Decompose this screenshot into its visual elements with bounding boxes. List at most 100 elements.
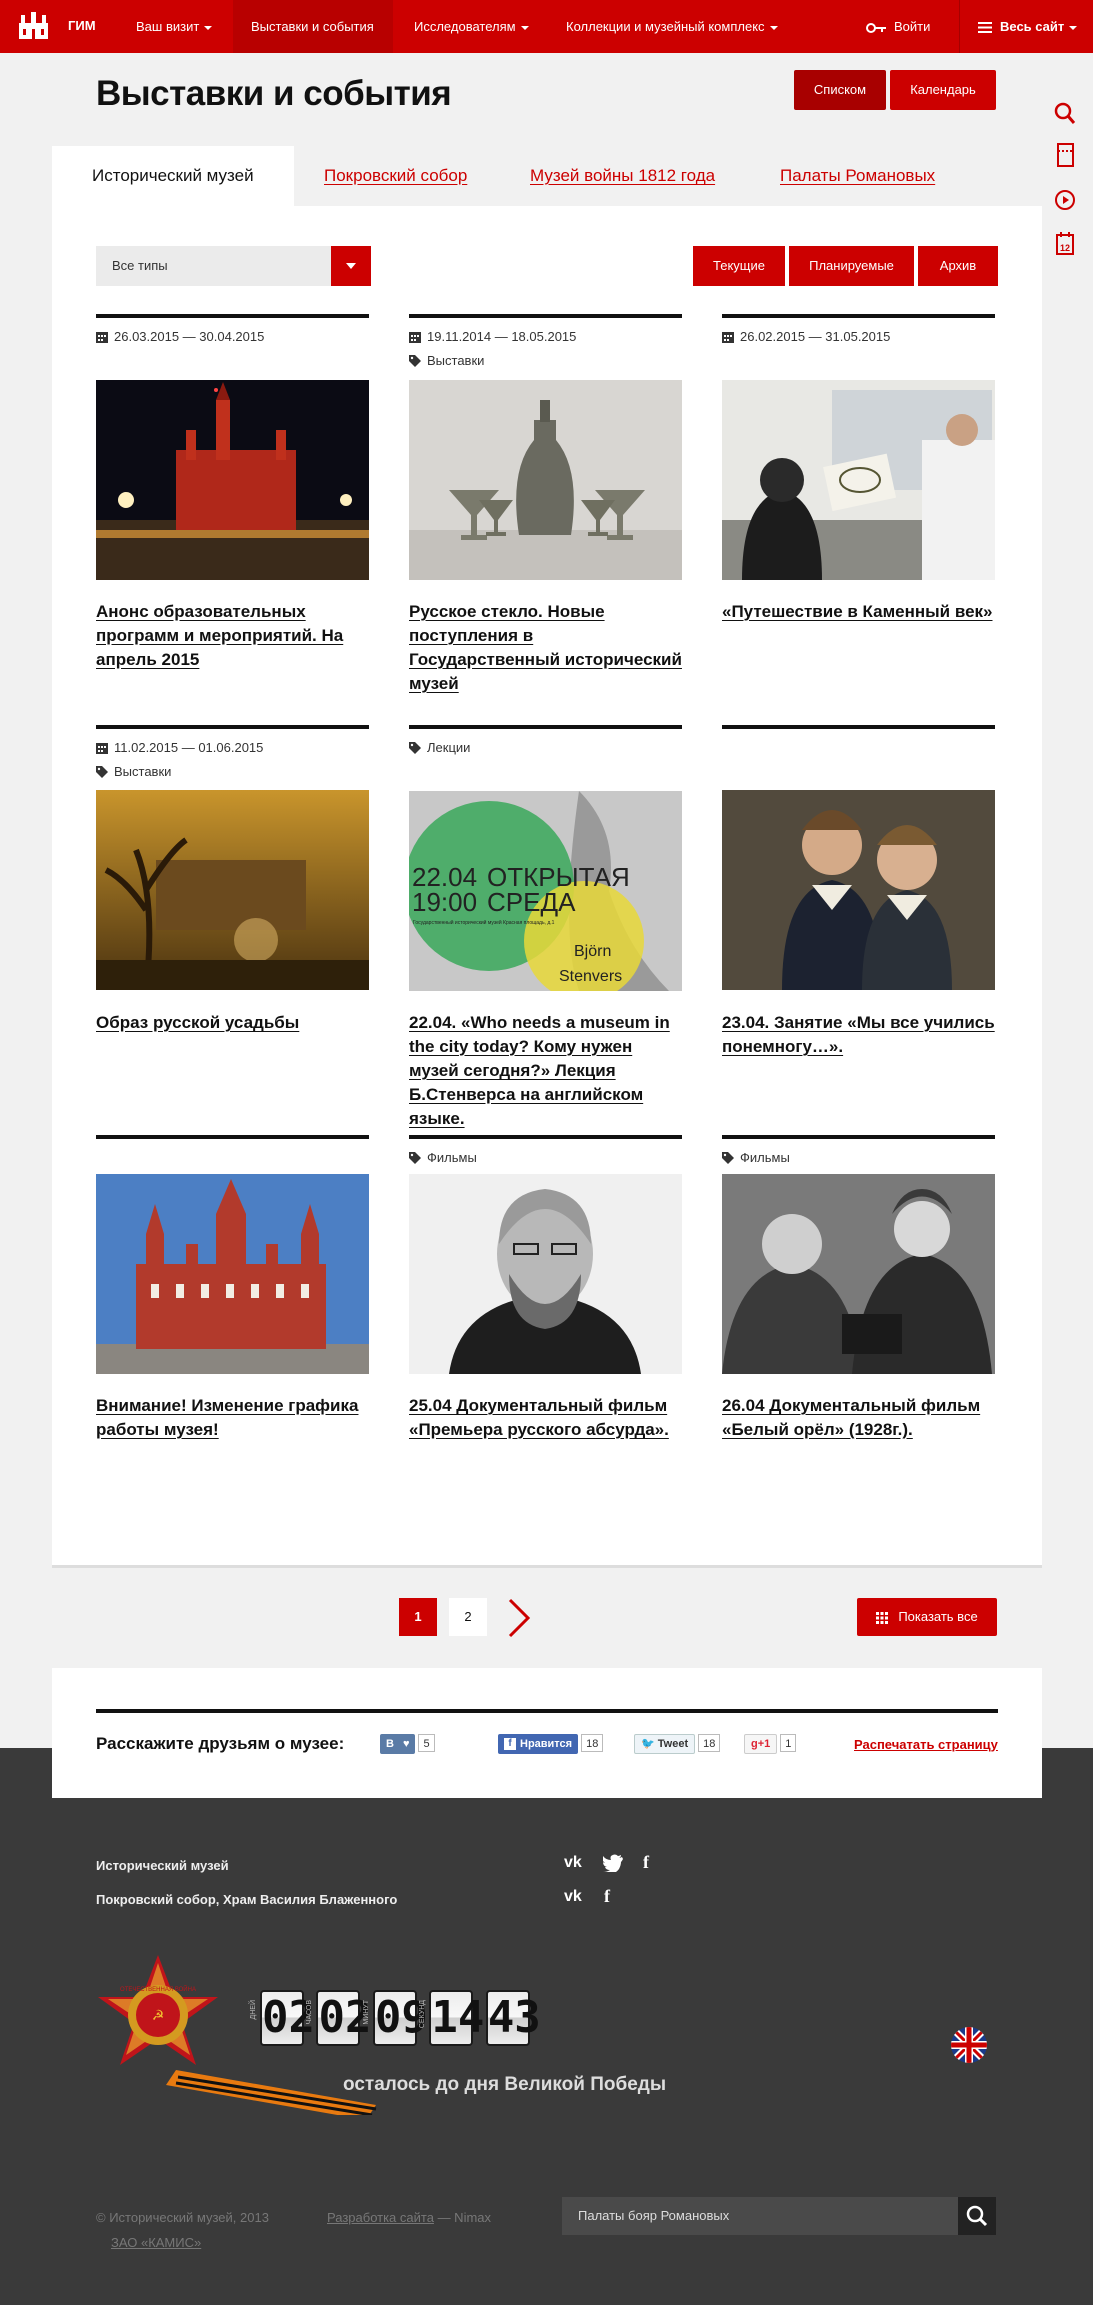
card-divider: [409, 1135, 682, 1139]
card-image[interactable]: [722, 1174, 995, 1374]
card-image[interactable]: [96, 790, 369, 990]
tab-pokrovsky-cathedral[interactable]: Покровский собор: [324, 146, 467, 206]
museum-logo-icon[interactable]: [17, 11, 50, 41]
card-divider: [96, 725, 369, 729]
card-title-link[interactable]: 22.04. «Who needs a museum in the city t…: [409, 1011, 682, 1131]
nav-item-visit[interactable]: Ваш визит: [118, 0, 230, 53]
tab-romanov-chambers[interactable]: Палаты Романовых: [780, 146, 935, 206]
calendar-icon[interactable]: 12: [1054, 232, 1076, 256]
fb-like-label: Нравится: [520, 1738, 573, 1750]
grid-icon: [876, 1611, 889, 1624]
brand-name[interactable]: ГИМ: [68, 18, 96, 33]
tweet-label: Tweet: [657, 1738, 689, 1750]
card-image[interactable]: [722, 380, 995, 580]
search-icon[interactable]: [1054, 102, 1076, 126]
tab-historical-museum[interactable]: Исторический музей: [52, 146, 294, 206]
tag-icon: [409, 742, 421, 754]
all-site-menu[interactable]: Весь сайт: [959, 0, 1093, 53]
facebook-icon[interactable]: f: [604, 1886, 610, 1907]
view-calendar-button[interactable]: Календарь: [890, 70, 996, 110]
search-icon: [966, 2205, 988, 2227]
dev-link[interactable]: Разработка сайта: [327, 2210, 434, 2225]
show-all-button[interactable]: Показать все: [857, 1598, 997, 1636]
share-panel: Расскажите друзьям о музее: В ♥ 5 f Нравитс…: [52, 1668, 1042, 1798]
print-page-link[interactable]: Распечатать страницу: [854, 1737, 998, 1752]
chevron-down-icon: [769, 25, 778, 30]
chevron-down-icon: [204, 25, 213, 30]
filter-archive-button[interactable]: Архив: [918, 246, 998, 286]
pagination-current-page[interactable]: 1: [399, 1598, 437, 1636]
card-tag-text[interactable]: Лекции: [427, 740, 470, 756]
vk-share-button[interactable]: В ♥ 5: [380, 1734, 435, 1754]
fb-like-button[interactable]: f Нравится 18: [498, 1734, 604, 1754]
footer-museum-line[interactable]: Исторический музей: [96, 1858, 229, 1873]
card-tag-text[interactable]: Выставки: [427, 353, 484, 369]
type-select[interactable]: Все типы: [96, 246, 371, 286]
dev-credit: Разработка сайта — Nimax: [327, 2210, 491, 2225]
card-tag-text[interactable]: Фильмы: [427, 1150, 477, 1166]
card-divider: [409, 725, 682, 729]
filter-planned-button[interactable]: Планируемые: [789, 246, 914, 286]
card-date: 11.02.2015 — 01.06.2015: [96, 740, 369, 756]
card-tag: Лекции: [409, 740, 682, 756]
play-icon[interactable]: [1054, 188, 1076, 212]
ticket-icon[interactable]: [1054, 143, 1076, 167]
countdown-unit-label: ЧАСОВ: [306, 2000, 314, 2025]
countdown-hours: ЧАСОВ 02: [306, 1990, 371, 2046]
card-divider: [96, 314, 369, 318]
card-title-link[interactable]: Внимание! Изменение графика работы музея…: [96, 1394, 369, 1442]
pagination-page[interactable]: 2: [449, 1598, 487, 1636]
countdown-digits: 14: [429, 1990, 484, 2046]
tweet-button[interactable]: 🐦 Tweet 18: [634, 1734, 721, 1754]
dropdown-arrow-icon[interactable]: [331, 246, 371, 286]
tab-1812-museum[interactable]: Музей войны 1812 года: [530, 146, 715, 206]
card-image[interactable]: 22.04 19:00 ОТКРЫТАЯ СРЕДА Государственн…: [409, 791, 682, 991]
twitter-icon[interactable]: [603, 1854, 623, 1872]
nav-item-researchers[interactable]: Исследователям: [396, 0, 547, 53]
svg-text:☭: ☭: [152, 2007, 165, 2023]
card-tag-text[interactable]: Выставки: [114, 764, 171, 780]
company-link[interactable]: ЗАО «КАМИС»: [111, 2235, 201, 2250]
poster-time: 19:00: [412, 887, 477, 917]
countdown-unit-label: МИНУТ: [362, 2000, 370, 2025]
card-title-link[interactable]: Анонс образовательных программ и меропри…: [96, 600, 369, 672]
events-panel: Все типы Текущие Планируемые Архив 26.03…: [52, 206, 1042, 1568]
footer-search-input[interactable]: Палаты бояр Романовых: [562, 2197, 996, 2235]
login-link[interactable]: Войти: [866, 0, 930, 53]
card-image[interactable]: [722, 790, 995, 990]
gplus-label: +1: [757, 1738, 771, 1750]
card-title-link[interactable]: 23.04. Занятие «Мы все учились понемногу…: [722, 1011, 995, 1059]
card-image[interactable]: [96, 380, 369, 580]
facebook-icon[interactable]: f: [643, 1852, 649, 1873]
card-tag-text[interactable]: Фильмы: [740, 1150, 790, 1166]
vk-icon[interactable]: vk: [564, 1888, 582, 1906]
calendar-icon: [96, 332, 108, 343]
vk-icon[interactable]: vk: [564, 1854, 582, 1872]
badge-text: ОТЕЧЕСТВЕННАЯ ВОЙНА: [120, 1985, 196, 1993]
uk-flag-icon[interactable]: [950, 2026, 988, 2064]
nav-item-collections[interactable]: Коллекции и музейный комплекс: [548, 0, 796, 53]
gplus-button[interactable]: g+1 1: [744, 1734, 797, 1754]
card-image[interactable]: [96, 1174, 369, 1374]
filter-current-button[interactable]: Текущие: [693, 246, 785, 286]
card-image[interactable]: [409, 1174, 682, 1374]
chevron-right-icon[interactable]: [504, 1598, 534, 1638]
card-title-link[interactable]: Образ русской усадьбы: [96, 1011, 369, 1035]
card-divider: [722, 725, 995, 729]
view-list-button[interactable]: Списком: [794, 70, 886, 110]
key-icon: [866, 22, 886, 33]
nav-item-exhibitions[interactable]: Выставки и события: [233, 0, 393, 53]
gplus-icon: g: [751, 1738, 758, 1750]
card-image[interactable]: [409, 380, 682, 580]
calendar-icon: [722, 332, 734, 343]
card-title-link[interactable]: Русское стекло. Новые поступления в Госу…: [409, 600, 682, 696]
card-title-link[interactable]: 25.04 Документальный фильм «Премьера рус…: [409, 1394, 682, 1442]
copyright: © Исторический музей, 2013: [96, 2210, 269, 2225]
card-title-link[interactable]: 26.04 Документальный фильм «Белый орёл» …: [722, 1394, 995, 1442]
footer-cathedral-line[interactable]: Покровский собор, Храм Василия Блаженног…: [96, 1892, 397, 1907]
calendar-icon: [409, 332, 421, 343]
facebook-icon: f: [504, 1738, 516, 1751]
search-button[interactable]: [958, 2197, 996, 2235]
card-title-link[interactable]: «Путешествие в Каменный век»: [722, 600, 995, 624]
event-card: Внимание! Изменение графика работы музея…: [96, 1135, 369, 1439]
